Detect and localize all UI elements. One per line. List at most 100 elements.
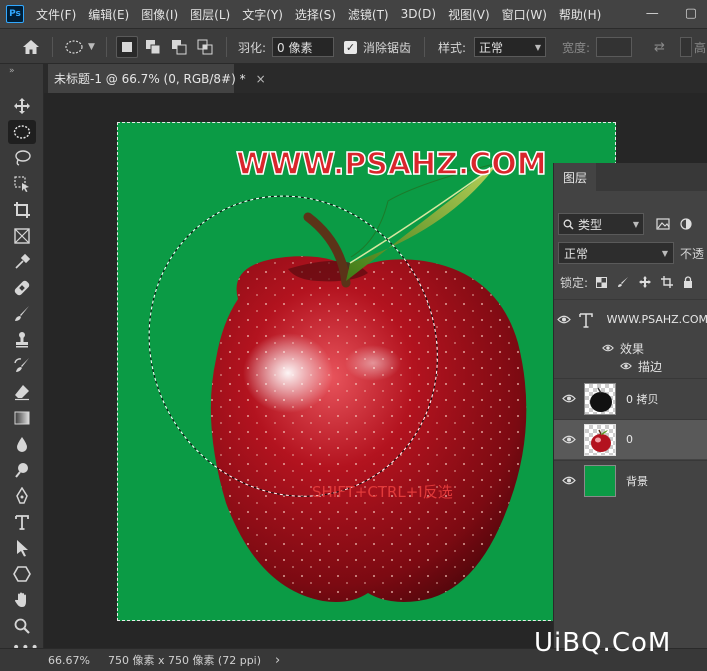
tab-layers[interactable]: 图层 <box>554 163 597 191</box>
object-selection-tool[interactable] <box>8 172 36 196</box>
collapse-toolbar-icon[interactable]: » <box>9 66 15 76</box>
text-layer-icon <box>575 304 597 336</box>
subtract-selection-button[interactable] <box>168 36 190 58</box>
move-tool[interactable] <box>8 94 36 118</box>
style-select[interactable]: 正常 ▼ <box>474 37 547 57</box>
style-value: 正常 <box>479 40 504 55</box>
style-label: 样式: <box>438 40 467 55</box>
menu-type[interactable]: 文字(Y) <box>242 6 283 23</box>
gradient-tool[interactable] <box>8 406 36 430</box>
swap-button[interactable]: ⇄ <box>654 40 665 55</box>
document-tab-bar: 未标题-1 @ 66.7% (0, RGB/8#) * × <box>44 64 707 93</box>
layer-row-background[interactable]: 背景 <box>554 460 707 500</box>
menu-image[interactable]: 图像(I) <box>141 6 178 23</box>
healing-brush-tool[interactable] <box>8 276 36 300</box>
apple-image <box>148 162 527 602</box>
antialias-checkbox[interactable]: ✓ <box>344 40 357 54</box>
lock-position-icon[interactable] <box>639 276 652 288</box>
history-brush-tool[interactable] <box>8 354 36 378</box>
visibility-eye-icon[interactable] <box>554 313 575 327</box>
type-tool[interactable] <box>8 510 36 534</box>
ellipse-marquee-icon <box>65 40 83 54</box>
effects-label: 效果 <box>620 341 645 356</box>
chevron-down-icon: ▼ <box>632 219 639 229</box>
layer-row-text[interactable]: WWW.PSAHZ.COM <box>554 299 707 339</box>
layer-row-selected[interactable]: 0 <box>554 419 707 459</box>
visibility-eye-icon[interactable] <box>554 474 584 488</box>
document-canvas[interactable]: WWW.PSAHZ.COM SHIFT+CTRL+I反选 <box>117 122 616 621</box>
divider <box>106 37 107 57</box>
blend-row: 正常 ▼ 不透 <box>554 242 707 264</box>
new-selection-button[interactable] <box>116 36 138 58</box>
minimize-button[interactable]: — <box>646 6 659 21</box>
hand-tool[interactable] <box>8 588 36 612</box>
adjustment-filter-icon[interactable] <box>680 218 692 230</box>
intersect-selection-icon <box>197 39 213 55</box>
path-selection-tool[interactable] <box>8 536 36 560</box>
blur-tool[interactable] <box>8 432 36 456</box>
new-selection-icon <box>122 42 132 52</box>
crop-icon <box>14 202 30 218</box>
crop-tool[interactable] <box>8 198 36 222</box>
menu-view[interactable]: 视图(V) <box>448 6 490 23</box>
eraser-tool[interactable] <box>8 380 36 404</box>
menu-3d[interactable]: 3D(D) <box>401 7 436 21</box>
pen-tool[interactable] <box>8 484 36 508</box>
menu-select[interactable]: 选择(S) <box>295 6 336 23</box>
lock-image-pixels-icon[interactable] <box>617 276 629 288</box>
filter-row: 类型 ▼ <box>554 213 707 235</box>
watermark-text: WWW.PSAHZ.COM <box>235 146 547 183</box>
frame-tool[interactable] <box>8 224 36 248</box>
document-tab[interactable]: 未标题-1 @ 66.7% (0, RGB/8#) * × <box>48 64 266 93</box>
document-info: 750 像素 x 750 像素 (72 ppi) <box>107 654 262 667</box>
menu-help[interactable]: 帮助(H) <box>559 6 601 23</box>
menu-layer[interactable]: 图层(L) <box>190 6 230 23</box>
photoshop-logo: Ps <box>6 5 24 23</box>
menu-edit[interactable]: 编辑(E) <box>88 6 129 23</box>
visibility-eye-icon[interactable] <box>602 344 614 352</box>
lock-transparent-pixels-icon[interactable] <box>596 276 608 288</box>
add-selection-button[interactable] <box>142 36 164 58</box>
height-label: 高 <box>694 40 707 55</box>
zoom-level[interactable]: 66.67% <box>48 654 90 667</box>
clone-stamp-tool[interactable] <box>8 328 36 352</box>
visibility-eye-icon[interactable] <box>620 362 632 370</box>
eyedropper-tool[interactable] <box>8 250 36 274</box>
visibility-eye-icon[interactable] <box>554 392 584 406</box>
maximize-button[interactable]: ▢ <box>685 6 697 21</box>
brush-tool[interactable] <box>8 302 36 326</box>
lock-all-icon[interactable] <box>683 276 693 288</box>
close-tab-icon[interactable]: × <box>256 72 266 86</box>
zoom-icon <box>14 618 30 634</box>
dodge-tool[interactable] <box>8 458 36 482</box>
droplet-icon <box>17 437 27 452</box>
feather-input[interactable]: 0 像素 <box>272 37 335 57</box>
lock-artboard-icon[interactable] <box>661 276 674 288</box>
effects-row[interactable]: 效果 <box>602 339 644 357</box>
shape-tool[interactable] <box>8 562 36 586</box>
site-watermark-logo: UiBQ.CoM <box>534 628 672 658</box>
tool-preset-picker[interactable]: ▼ <box>64 29 95 65</box>
stroke-effect-row[interactable]: 描边 <box>620 357 662 375</box>
elliptical-marquee-tool[interactable] <box>8 120 36 144</box>
height-input[interactable] <box>680 37 692 57</box>
home-button[interactable] <box>22 29 40 65</box>
hand-icon <box>14 592 26 607</box>
visibility-eye-icon[interactable] <box>554 433 584 447</box>
menu-filter[interactable]: 滤镜(T) <box>348 6 389 23</box>
chevron-right-icon[interactable]: › <box>275 653 280 668</box>
menu-window[interactable]: 窗口(W) <box>502 6 547 23</box>
search-icon <box>563 219 574 230</box>
image-filter-icon[interactable] <box>656 218 670 230</box>
zoom-tool[interactable] <box>8 614 36 638</box>
filter-kind-select[interactable]: 类型 ▼ <box>558 213 644 235</box>
blend-mode-select[interactable]: 正常 ▼ <box>558 242 674 264</box>
divider <box>226 37 227 57</box>
pen-icon <box>16 487 28 504</box>
width-input[interactable] <box>596 37 633 57</box>
lasso-tool[interactable] <box>8 146 36 170</box>
layer-row-copy[interactable]: 0 拷贝 <box>554 378 707 418</box>
menu-file[interactable]: 文件(F) <box>36 6 76 23</box>
intersect-selection-button[interactable] <box>194 36 216 58</box>
layer-name: 0 <box>626 433 633 446</box>
